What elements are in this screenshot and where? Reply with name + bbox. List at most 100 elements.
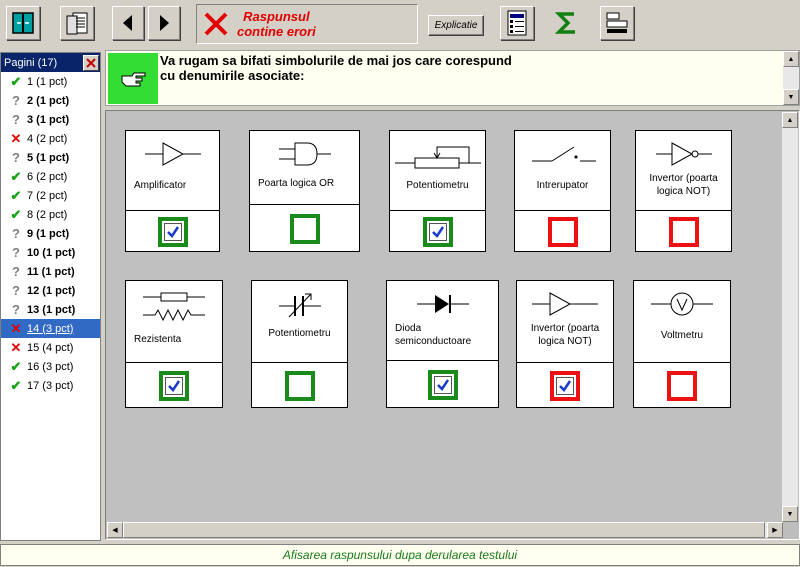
checkmark-icon (556, 377, 574, 395)
previous-button[interactable] (112, 6, 144, 40)
symbol-label: Intrerupator (536, 180, 589, 191)
symbol-label: Potentiometru (406, 180, 469, 191)
scroll-up-button[interactable]: ▲ (783, 51, 799, 67)
symbol-label: Poarta logica OR (258, 178, 335, 189)
symbol-area: Rezistenta (126, 281, 222, 363)
page-item[interactable]: ✔ 1 (1 pct) (1, 72, 100, 91)
page-item-label: 5 (1 pct) (27, 151, 70, 164)
page-item-label: 4 (2 pct) (27, 132, 68, 145)
answer-status-box: Raspunsul contine erori (196, 4, 418, 44)
symbol-checkbox[interactable] (159, 371, 189, 401)
form-button[interactable] (600, 6, 634, 40)
symbol-label: Rezistenta (134, 334, 182, 345)
page-item-label: 12 (1 pct) (27, 284, 76, 297)
symbol-label: Amplificator (134, 180, 187, 191)
document-button[interactable] (60, 6, 94, 40)
split-view-button[interactable] (6, 6, 40, 40)
page-item[interactable]: ✕ 4 (2 pct) (1, 129, 100, 148)
page-item-label: 6 (2 pct) (27, 170, 68, 183)
page-item-label: 15 (4 pct) (27, 341, 74, 354)
question-scrollbar[interactable]: ▲ ▼ (783, 51, 799, 105)
symbol-checkbox[interactable] (550, 371, 580, 401)
page-item[interactable]: ✔ 7 (2 pct) (1, 186, 100, 205)
page-item[interactable]: ✕ 14 (3 pct) (1, 319, 100, 338)
symbol-area: Invertor (poarta logica NOT) (517, 281, 613, 363)
symbols-canvas: Amplificator Poarta logica OR Potentiometr… (107, 112, 783, 522)
symbol-card: Potentiometru (251, 280, 348, 408)
question-icon: ? (12, 226, 20, 241)
page-item-label: 14 (3 pct) (27, 322, 74, 335)
scroll-down-button[interactable]: ▼ (783, 89, 799, 105)
error-x-icon (204, 12, 228, 36)
question-text: Va rugam sa bifati simbolurile de mai jo… (160, 53, 512, 83)
or-gate-icon (250, 139, 359, 172)
page-item[interactable]: ? 9 (1 pct) (1, 224, 100, 243)
page-item[interactable]: ? 2 (1 pct) (1, 91, 100, 110)
close-button[interactable] (83, 54, 99, 71)
horizontal-scrollbar[interactable]: ◀ ▶ (107, 522, 783, 538)
symbol-card: Rezistenta (125, 280, 223, 408)
symbol-checkbox[interactable] (669, 217, 699, 247)
page-item[interactable]: ? 11 (1 pct) (1, 262, 100, 281)
page-item[interactable]: ✔ 16 (3 pct) (1, 357, 100, 376)
page-item-label: 7 (2 pct) (27, 189, 68, 202)
vertical-scrollbar[interactable]: ▲ ▼ (782, 112, 798, 522)
page-item-label: 8 (2 pct) (27, 208, 68, 221)
page-item[interactable]: ? 12 (1 pct) (1, 281, 100, 300)
symbol-label: Voltmetru (660, 330, 704, 341)
symbol-checkbox[interactable] (667, 371, 697, 401)
symbol-checkbox[interactable] (548, 217, 578, 247)
symbol-area: Dioda semiconductoare (387, 281, 498, 361)
list-view-button[interactable] (500, 6, 534, 40)
pages-panel: Pagini (17) ✔ 1 (1 pct)? 2 (1 pct)? 3 (1 pc… (0, 52, 101, 541)
page-item[interactable]: ? 10 (1 pct) (1, 243, 100, 262)
page-item[interactable]: ? 3 (1 pct) (1, 110, 100, 129)
checkmark-icon (429, 223, 447, 241)
next-button[interactable] (148, 6, 180, 40)
question-icon: ? (12, 93, 20, 108)
pages-title: Pagini (17) (4, 56, 58, 69)
scroll-thumb[interactable] (123, 522, 765, 538)
page-item-label: 13 (1 pct) (27, 303, 76, 316)
scroll-up-button[interactable]: ▲ (782, 112, 798, 128)
symbol-card: Amplificator (125, 130, 220, 252)
potentiometer-icon (390, 139, 485, 176)
pages-list: ✔ 1 (1 pct)? 2 (1 pct)? 3 (1 pct) ✕ 4 (2 pct)… (1, 72, 100, 395)
symbol-checkbox[interactable] (428, 370, 458, 400)
sum-button[interactable] (550, 6, 584, 40)
symbol-area: Invertor (poarta logica NOT) (636, 131, 731, 211)
scroll-down-button[interactable]: ▼ (782, 506, 798, 522)
pages-header: Pagini (17) (1, 53, 100, 72)
page-item[interactable]: ? 13 (1 pct) (1, 300, 100, 319)
checkmark-icon (434, 376, 452, 394)
sigma-icon (554, 12, 575, 34)
page-item[interactable]: ? 5 (1 pct) (1, 148, 100, 167)
symbol-card: Intrerupator (514, 130, 611, 252)
document-icon (66, 12, 88, 35)
symbol-card: Potentiometru (389, 130, 486, 252)
scroll-left-button[interactable]: ◀ (107, 522, 123, 538)
page-item[interactable]: ✔ 17 (3 pct) (1, 376, 100, 395)
symbol-card: Voltmetru (633, 280, 731, 408)
status-line-1: Raspunsul (243, 9, 310, 24)
question-line-2: cu denumirile asociate: (160, 68, 305, 83)
cross-icon: ✕ (10, 130, 22, 146)
symbol-checkbox[interactable] (290, 214, 320, 244)
page-item[interactable]: ✔ 8 (2 pct) (1, 205, 100, 224)
page-item[interactable]: ✕ 15 (4 pct) (1, 338, 100, 357)
scroll-right-button[interactable]: ▶ (767, 522, 783, 538)
symbol-checkbox[interactable] (158, 217, 188, 247)
explanation-button[interactable]: Explicatie (428, 15, 484, 36)
page-item[interactable]: ✔ 6 (2 pct) (1, 167, 100, 186)
symbol-checkbox[interactable] (285, 371, 315, 401)
symbols-area: Amplificator Poarta logica OR Potentiometr… (105, 110, 800, 540)
check-icon: ✔ (10, 73, 22, 89)
page-item-label: 9 (1 pct) (27, 227, 70, 240)
split-view-icon (12, 12, 34, 34)
symbol-card: Poarta logica OR (249, 130, 360, 252)
page-item-label: 3 (1 pct) (27, 113, 70, 126)
buffer-icon (517, 289, 613, 322)
arrow-right-icon (160, 15, 169, 31)
question-icon: ? (12, 150, 20, 165)
symbol-checkbox[interactable] (423, 217, 453, 247)
